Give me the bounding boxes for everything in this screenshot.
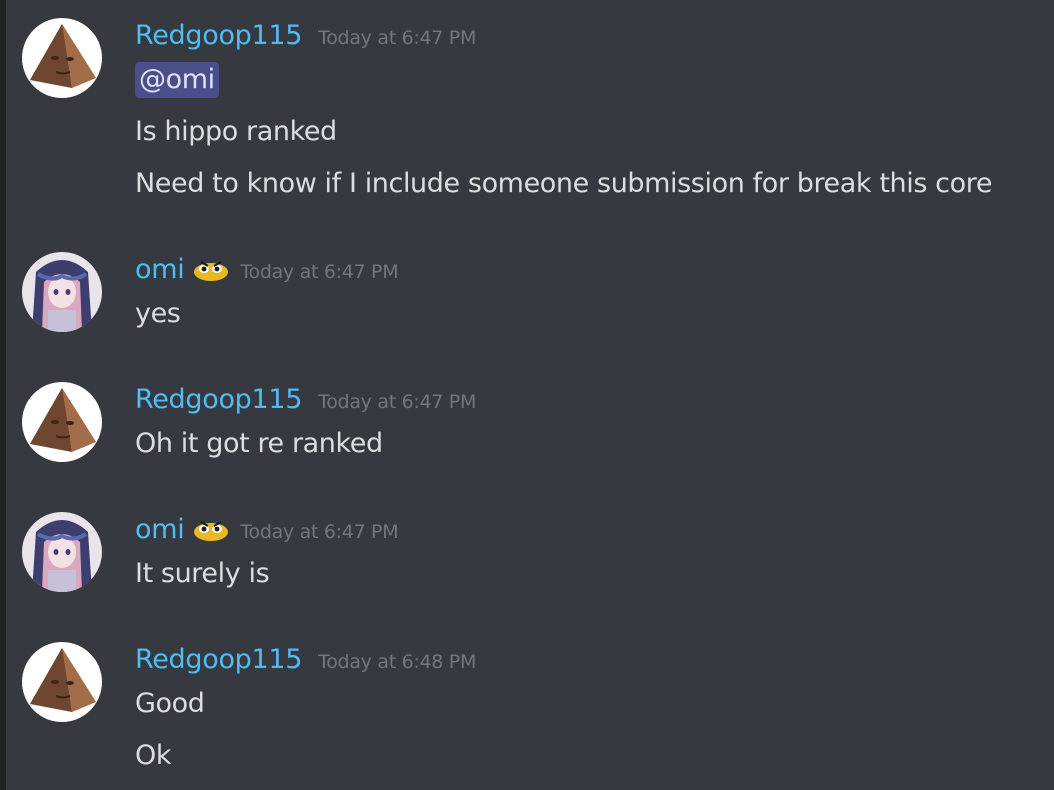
message-content: Ok (135, 740, 172, 771)
message-header: omi Today at 6:47 PM (135, 512, 399, 550)
timestamp[interactable]: Today at 6:47 PM (240, 254, 398, 290)
username[interactable]: omi (135, 512, 185, 548)
message-content: It surely is (135, 558, 270, 589)
channel-sidebar-edge (0, 0, 6, 790)
message-header: omi Today at 6:47 PM (135, 252, 399, 290)
message-content: @omi (135, 62, 219, 98)
username[interactable]: Redgoop115 (135, 382, 302, 418)
timestamp[interactable]: Today at 6:47 PM (318, 20, 476, 56)
message-content: Good (135, 688, 205, 719)
anime-girl-avatar-icon[interactable] (22, 512, 102, 592)
anime-girl-avatar-icon[interactable] (22, 252, 102, 332)
message-header: Redgoop115 Today at 6:48 PM (135, 642, 476, 678)
timestamp[interactable]: Today at 6:47 PM (240, 514, 398, 550)
pyramid-face-avatar-icon[interactable] (22, 18, 102, 98)
message-group: Redgoop115 Today at 6:47 PM @omi Is hipp… (22, 18, 1042, 218)
message-header: Redgoop115 Today at 6:47 PM (135, 382, 476, 418)
timestamp[interactable]: Today at 6:47 PM (318, 384, 476, 420)
message-group: Redgoop115 Today at 6:48 PM Good Ok (22, 642, 1042, 782)
pyramid-face-avatar-icon[interactable] (22, 642, 102, 722)
message-group: omi Today at 6:47 PM It surely is (22, 512, 1042, 602)
username[interactable]: omi (135, 252, 185, 288)
yellow-blob-emoji-icon (192, 518, 230, 542)
chat-message-list: Redgoop115 Today at 6:47 PM @omi Is hipp… (0, 0, 1054, 790)
yellow-blob-emoji-icon (192, 258, 230, 282)
message-group: omi Today at 6:47 PM yes (22, 252, 1042, 342)
message-group: Redgoop115 Today at 6:47 PM Oh it got re… (22, 382, 1042, 472)
message-content: yes (135, 298, 181, 329)
timestamp[interactable]: Today at 6:48 PM (318, 644, 476, 680)
pyramid-face-avatar-icon[interactable] (22, 382, 102, 462)
message-content: Oh it got re ranked (135, 428, 383, 459)
user-mention[interactable]: @omi (135, 62, 219, 98)
username[interactable]: Redgoop115 (135, 18, 302, 54)
username[interactable]: Redgoop115 (135, 642, 302, 678)
message-content: Is hippo ranked (135, 116, 337, 147)
message-header: Redgoop115 Today at 6:47 PM (135, 18, 476, 54)
message-content: Need to know if I include someone submis… (135, 168, 993, 199)
